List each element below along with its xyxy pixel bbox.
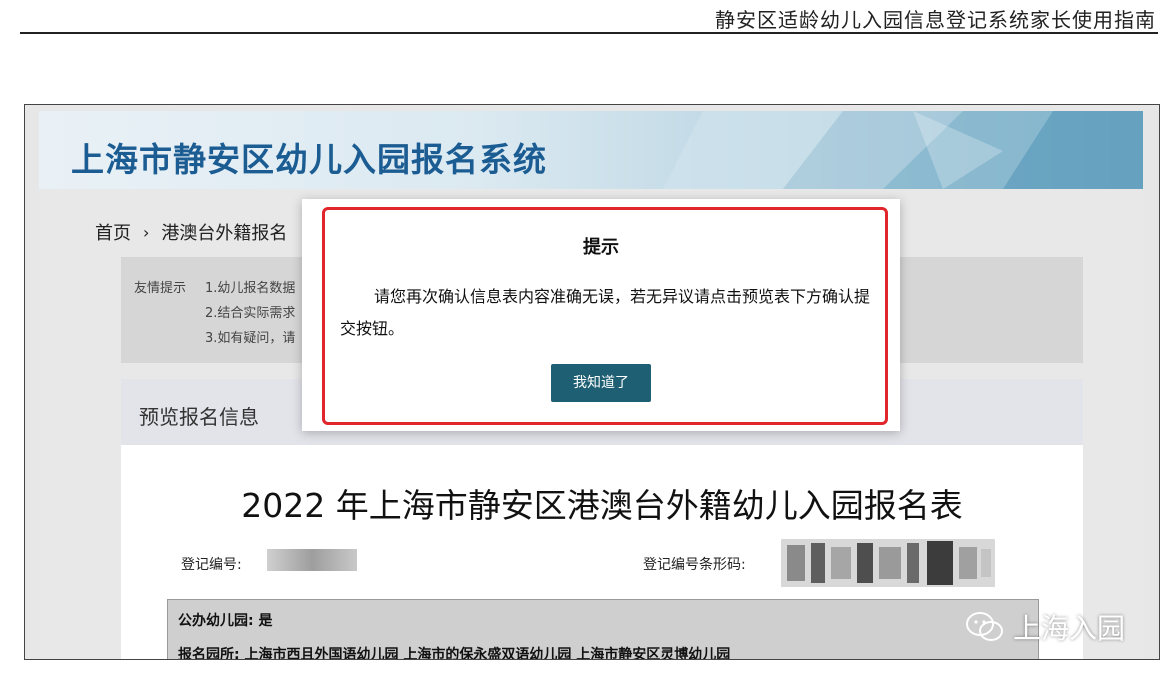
barcode-label: 登记编号条形码: xyxy=(643,557,746,573)
highlight-frame xyxy=(322,207,888,425)
tips-line-1: 1.幼儿报名数据 xyxy=(205,281,296,296)
barcode-redacted xyxy=(781,539,995,587)
breadcrumb-home[interactable]: 首页 xyxy=(95,219,131,245)
tips-line-2: 2.结合实际需求 xyxy=(205,306,296,321)
banner-decoration xyxy=(663,111,1143,189)
breadcrumb: 首页 › 港澳台外籍报名 xyxy=(95,219,287,245)
reg-no-redacted xyxy=(267,549,357,571)
info-table: 公办幼儿园: 是 报名园所: 上海市西且外国语幼儿园 上海市的保永盛双语幼儿园 … xyxy=(167,599,1039,660)
form-title: 2022 年上海市静安区港澳台外籍幼儿入园报名表 xyxy=(241,486,963,525)
watermark: 上海入园 xyxy=(965,607,1125,647)
wechat-icon xyxy=(966,612,1003,641)
info-row-registered-kindergartens: 报名园所: 上海市西且外国语幼儿园 上海市的保永盛双语幼儿园 上海市静安区灵博幼… xyxy=(178,647,731,660)
breadcrumb-separator-icon: › xyxy=(143,222,150,242)
info-row-public-kindergarten: 公办幼儿园: 是 xyxy=(178,613,273,629)
site-banner: 上海市静安区幼儿入园报名系统 xyxy=(39,111,1143,189)
breadcrumb-current: 港澳台外籍报名 xyxy=(161,223,288,244)
preview-header-title: 预览报名信息 xyxy=(139,405,259,429)
tips-label: 友情提示 xyxy=(134,281,187,296)
reg-no-label: 登记编号: xyxy=(181,557,242,573)
watermark-text: 上海入园 xyxy=(1013,612,1126,645)
document-header-title: 静安区适龄幼儿入园信息登记系统家长使用指南 xyxy=(715,8,1156,32)
tips-line-3: 3.如有疑问，请 xyxy=(205,331,296,346)
document-header: 静安区适龄幼儿入园信息登记系统家长使用指南 xyxy=(20,0,1158,34)
site-title: 上海市静安区幼儿入园报名系统 xyxy=(71,140,547,179)
